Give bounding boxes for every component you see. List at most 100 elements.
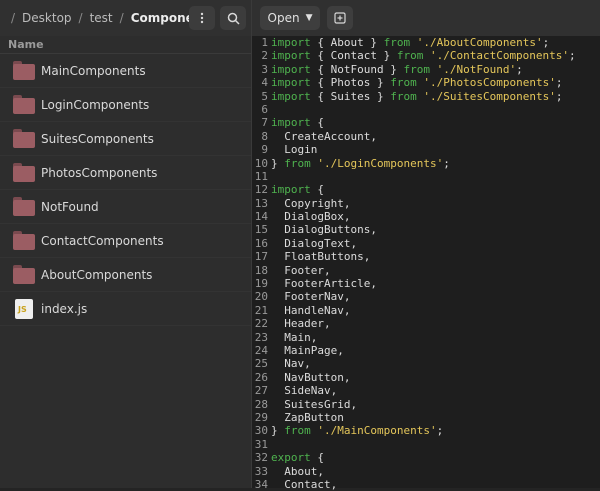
- list-item-loginComponents[interactable]: LoginComponents: [0, 88, 251, 122]
- text-editor-panel: Open ▼ 1 import { About } from './AboutCom…: [251, 0, 600, 491]
- line-number: 20: [254, 290, 268, 304]
- code-text: FloatButtons,: [271, 250, 371, 264]
- line-number: 22: [254, 317, 268, 331]
- file-name: ContactComponents: [41, 233, 164, 248]
- folder-icon: [13, 95, 35, 114]
- code-line: 5 import { Suites } from './SuitesCompone…: [252, 90, 600, 103]
- code-text: CreateAccount,: [271, 129, 377, 143]
- code-line: 15 DialogButtons,: [252, 223, 600, 236]
- list-item-contactComponents[interactable]: ContactComponents: [0, 224, 251, 258]
- line-number: 2: [261, 49, 268, 63]
- line-number: 17: [254, 250, 268, 264]
- code-line: 19 FooterArticle,: [252, 277, 600, 290]
- code-line: 33 About,: [252, 465, 600, 478]
- code-line: 9 Login: [252, 143, 600, 156]
- new-tab-button[interactable]: [327, 6, 353, 30]
- code-text: HandleNav,: [271, 303, 351, 317]
- line-number: 10: [254, 156, 268, 170]
- open-button[interactable]: Open ▼: [260, 6, 320, 30]
- folder-icon: [13, 163, 35, 182]
- code-line: 16 DialogText,: [252, 237, 600, 250]
- list-item-mainComponents[interactable]: MainComponents: [0, 54, 251, 88]
- code-line: 17 FloatButtons,: [252, 250, 600, 263]
- code-text: import { About } from './AboutComponents…: [271, 36, 550, 49]
- code-text: } from './MainComponents';: [271, 424, 444, 438]
- list-item-suitesComponents[interactable]: SuitesComponents: [0, 122, 251, 156]
- file-name: LoginComponents: [41, 97, 150, 112]
- line-number: 13: [254, 196, 268, 210]
- code-line: 29 ZapButton: [252, 411, 600, 424]
- list-item-aboutComponents[interactable]: AboutComponents: [0, 258, 251, 292]
- file-name: NotFound: [41, 199, 99, 214]
- code-line: 1 import { About } from './AboutComponent…: [252, 36, 600, 49]
- breadcrumb-item-desktop[interactable]: Desktop: [22, 11, 72, 25]
- column-header-name[interactable]: Name: [0, 36, 251, 54]
- code-text: DialogText,: [271, 236, 358, 250]
- chevron-down-icon: ▼: [305, 13, 313, 23]
- line-number: 4: [261, 76, 268, 90]
- file-browser-header: / Desktop / test / Components: [0, 0, 251, 36]
- line-number: 11: [254, 169, 268, 183]
- code-line: 7 import {: [252, 116, 600, 129]
- list-item-photosComponents[interactable]: PhotosComponents: [0, 156, 251, 190]
- code-line: 4 import { Photos } from './PhotosCompone…: [252, 76, 600, 89]
- line-number: 14: [254, 210, 268, 224]
- line-number: 25: [254, 357, 268, 371]
- list-item-index-js[interactable]: JS index.js: [0, 292, 251, 326]
- file-name: SuitesComponents: [41, 131, 154, 146]
- code-text: DialogButtons,: [271, 223, 377, 237]
- breadcrumb-item-test[interactable]: test: [90, 11, 113, 25]
- line-number: 9: [261, 143, 268, 157]
- code-line: 31: [252, 438, 600, 451]
- breadcrumb-separator: /: [78, 11, 83, 25]
- line-number: 27: [254, 384, 268, 398]
- folder-icon: [13, 197, 35, 216]
- code-text: Contact,: [271, 477, 338, 491]
- folder-icon: [13, 231, 35, 250]
- line-number: 18: [254, 263, 268, 277]
- line-number: 19: [254, 277, 268, 291]
- file-name: index.js: [41, 301, 88, 316]
- code-text: Footer,: [271, 263, 331, 277]
- search-button[interactable]: [220, 6, 246, 30]
- line-number: 29: [254, 410, 268, 424]
- code-line: 23 Main,: [252, 331, 600, 344]
- code-text: import { Suites } from './SuitesComponen…: [271, 89, 563, 103]
- code-text: ZapButton: [271, 410, 344, 424]
- line-number: 3: [261, 62, 268, 76]
- code-line: 28 SuitesGrid,: [252, 398, 600, 411]
- code-line: 20 FooterNav,: [252, 290, 600, 303]
- line-number: 6: [261, 102, 268, 116]
- kebab-menu-icon: [200, 12, 204, 24]
- list-item-notFound[interactable]: NotFound: [0, 190, 251, 224]
- code-line: 30} from './MainComponents';: [252, 424, 600, 437]
- line-number: 15: [254, 223, 268, 237]
- line-number: 12: [254, 183, 268, 197]
- code-text: Nav,: [271, 357, 311, 371]
- code-line: 8 CreateAccount,: [252, 130, 600, 143]
- code-line: 13 Copyright,: [252, 197, 600, 210]
- code-line: 27 SideNav,: [252, 384, 600, 397]
- folder-icon: [13, 129, 35, 148]
- folder-icon: [13, 61, 35, 80]
- line-number: 23: [254, 330, 268, 344]
- code-line: 24 MainPage,: [252, 344, 600, 357]
- menu-button[interactable]: [189, 6, 215, 30]
- code-text: import {: [271, 116, 324, 130]
- line-number: 5: [261, 89, 268, 103]
- code-line: 3 import { NotFound } from './NotFound';: [252, 63, 600, 76]
- line-number: 16: [254, 236, 268, 250]
- javascript-file-icon: JS: [15, 298, 33, 319]
- code-text: FooterArticle,: [271, 277, 377, 291]
- code-line: 25 Nav,: [252, 357, 600, 370]
- line-number: 31: [254, 437, 268, 451]
- search-icon: [227, 12, 240, 25]
- file-list: MainComponents LoginComponents SuitesCom…: [0, 54, 251, 326]
- breadcrumb-separator: /: [119, 11, 124, 25]
- line-number: 7: [261, 116, 268, 130]
- file-name: MainComponents: [41, 63, 146, 78]
- code-text: import {: [271, 183, 324, 197]
- folder-icon: [13, 265, 35, 284]
- line-number: 33: [254, 464, 268, 478]
- code-area[interactable]: 1 import { About } from './AboutComponent…: [252, 36, 600, 491]
